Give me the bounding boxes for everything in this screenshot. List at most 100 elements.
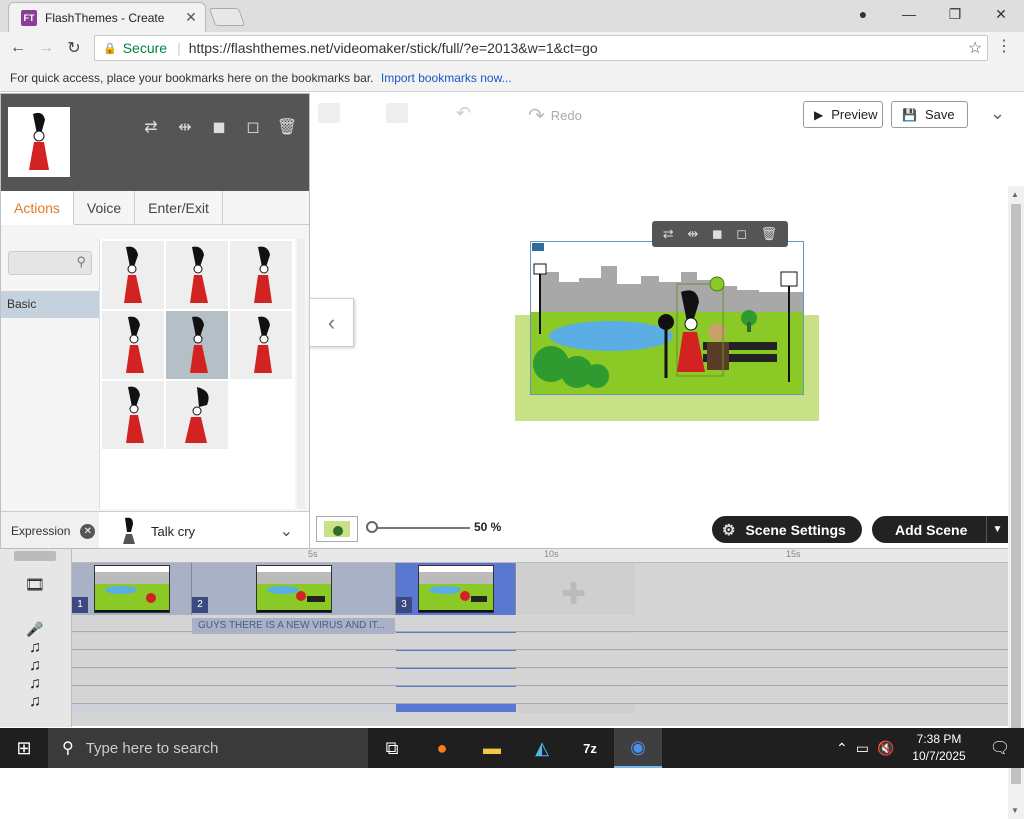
music-note-icon: ♫	[29, 639, 41, 656]
clear-expression-icon[interactable]: ✕	[80, 523, 96, 539]
close-tab-icon[interactable]: ✕	[181, 9, 201, 26]
redo-button[interactable]: ↷ Redo	[528, 103, 582, 128]
film-strip-icon: 🎞	[24, 577, 46, 594]
back-icon[interactable]: ←	[6, 36, 30, 60]
swap-icon[interactable]: ⇄	[663, 226, 674, 242]
action-thumbnail[interactable]	[166, 381, 228, 449]
scene-thumbnail	[256, 565, 332, 613]
file-explorer-icon[interactable]: ▬	[468, 728, 516, 768]
ruler-tick: 5s	[308, 549, 318, 559]
network-icon[interactable]: ▭	[856, 740, 869, 757]
action-thumbnail[interactable]	[230, 311, 292, 379]
timeline: 🎞 🎤 ♫ ♫ ♫ ♫ 5s 10s 15s ✚ 1 2 3 GUYS THER…	[0, 548, 1008, 727]
character-tabs: Actions Voice Enter/Exit	[1, 191, 309, 225]
action-thumbnail[interactable]	[166, 241, 228, 309]
new-tab-button[interactable]	[208, 8, 246, 26]
restore-button[interactable]: ❐	[932, 0, 978, 28]
scroll-down-icon[interactable]: ▼	[1011, 806, 1019, 815]
scene-stage[interactable]	[530, 241, 804, 395]
character-tools: ⇄ ⇹ ◼ ◻ 🗑	[139, 116, 299, 138]
action-thumbnail[interactable]	[102, 381, 164, 449]
add-scene-dropdown-icon[interactable]: ▼	[986, 516, 1008, 543]
clock-time: 7:38 PM	[916, 732, 962, 746]
character-thumbnail[interactable]	[8, 107, 70, 177]
zoom-preview-icon[interactable]	[316, 516, 358, 542]
chrome-icon[interactable]: ◉	[614, 728, 662, 768]
firefox-icon[interactable]: ●	[418, 728, 466, 768]
ghost-tool-icon	[318, 103, 340, 123]
swap-icon[interactable]: ⇄	[139, 116, 163, 138]
bring-forward-icon[interactable]: ◼	[712, 226, 723, 242]
minimize-button[interactable]: —	[886, 0, 932, 28]
taskbar-clock[interactable]: 7:38 PM 10/7/2025	[906, 731, 972, 765]
ruler-tick: 10s	[544, 549, 559, 559]
timeline-scene-3-selected[interactable]: 3	[396, 563, 516, 615]
send-backward-icon[interactable]: ◻	[736, 226, 747, 242]
scene-number: 2	[192, 597, 208, 613]
action-grid-scrollbar[interactable]	[297, 239, 305, 509]
track-labels: 🎞 🎤 ♫ ♫ ♫ ♫	[0, 549, 72, 727]
bookmarks-bar: For quick access, place your bookmarks h…	[0, 64, 1024, 92]
preview-label: Preview	[831, 107, 878, 122]
tab-voice[interactable]: Voice	[74, 191, 136, 225]
close-window-button[interactable]: ✕	[978, 0, 1024, 28]
flip-icon[interactable]: ⇹	[173, 116, 197, 138]
profile-icon[interactable]: ●	[840, 0, 886, 28]
ruler-tick: 15s	[786, 549, 801, 559]
action-search-input[interactable]: ⚲	[8, 251, 92, 275]
category-basic[interactable]: Basic	[1, 291, 99, 318]
timeline-zoom-handle[interactable]	[14, 551, 56, 561]
add-scene-button[interactable]: Add Scene ▼	[872, 516, 1008, 543]
secure-label: Secure	[122, 40, 168, 56]
tab-enter-exit[interactable]: Enter/Exit	[135, 191, 223, 225]
windows-taskbar: ⊞ ⚲ Type here to search ⧉ ● ▬ ◭ 7z ◉ ⌃ ▭…	[0, 728, 1024, 768]
chevron-up-icon[interactable]: ⌃	[836, 740, 848, 757]
bring-forward-icon[interactable]: ◼	[207, 116, 231, 138]
action-thumbnail-selected[interactable]	[166, 311, 228, 379]
bookmarks-hint: For quick access, place your bookmarks h…	[10, 71, 374, 85]
save-button[interactable]: 💾 Save	[891, 101, 968, 128]
timeline-scene-1[interactable]: 1	[72, 563, 192, 615]
tab-actions[interactable]: Actions	[1, 191, 74, 225]
browser-menu-icon[interactable]: ⋮	[996, 36, 1012, 60]
scrollbar-thumb[interactable]	[1011, 204, 1021, 784]
task-view-icon[interactable]: ⧉	[368, 728, 416, 768]
expression-select[interactable]: Talk cry ⌄	[121, 512, 301, 550]
page-scrollbar[interactable]: ▲ ▼	[1008, 186, 1024, 819]
action-thumbnail[interactable]	[102, 311, 164, 379]
notification-icon[interactable]: 🗨	[980, 728, 1020, 768]
camera-icon[interactable]	[532, 243, 544, 251]
scene-settings-button[interactable]: ⚙ Scene Settings	[712, 516, 862, 543]
taskbar-search-input[interactable]: ⚲ Type here to search	[48, 728, 368, 768]
browser-tab-strip: FT FlashThemes - Create ✕ ● — ❐ ✕	[0, 0, 1024, 32]
timeline-ruler[interactable]: 5s 10s 15s	[72, 549, 1008, 563]
windows-start-icon[interactable]: ⊞	[0, 728, 48, 768]
zoom-slider-handle[interactable]	[366, 521, 378, 533]
action-thumbnail[interactable]	[102, 241, 164, 309]
url-input[interactable]: 🔒 Secure | https://flashthemes.net/video…	[94, 35, 988, 61]
collapse-panel-button[interactable]: ‹	[309, 298, 354, 347]
reload-icon[interactable]: ↻	[62, 36, 86, 60]
7zip-icon[interactable]: 7z	[566, 728, 614, 768]
timeline-scene-2[interactable]: 2	[192, 563, 396, 615]
app-icon[interactable]: ◭	[518, 728, 566, 768]
zoom-slider-track[interactable]	[374, 527, 470, 529]
preview-button[interactable]: ▶ Preview	[803, 101, 883, 128]
bookmark-star-icon[interactable]: ☆	[963, 38, 987, 58]
trash-icon[interactable]: 🗑	[275, 116, 299, 138]
import-bookmarks-link[interactable]: Import bookmarks now...	[381, 71, 512, 85]
scroll-up-icon[interactable]: ▲	[1011, 190, 1019, 199]
trash-icon[interactable]: 🗑	[761, 226, 778, 242]
chevron-down-icon[interactable]: ⌄	[990, 103, 1005, 124]
character-panel: ⇄ ⇹ ◼ ◻ 🗑 Actions Voice Enter/Exit ⚲ Bas…	[0, 93, 310, 550]
expression-label: Expression	[11, 524, 71, 538]
action-grid	[99, 239, 295, 509]
forward-icon[interactable]: →	[34, 36, 58, 60]
send-backward-icon[interactable]: ◻	[241, 116, 265, 138]
volume-muted-icon[interactable]: 🔇	[877, 740, 894, 757]
flip-icon[interactable]: ⇹	[687, 226, 698, 242]
browser-tab[interactable]: FT FlashThemes - Create ✕	[8, 2, 206, 32]
voice-clip[interactable]: GUYS THERE IS A NEW VIRUS AND IT...	[192, 618, 395, 634]
undo-icon[interactable]: ↶	[456, 103, 478, 123]
action-thumbnail[interactable]	[230, 241, 292, 309]
